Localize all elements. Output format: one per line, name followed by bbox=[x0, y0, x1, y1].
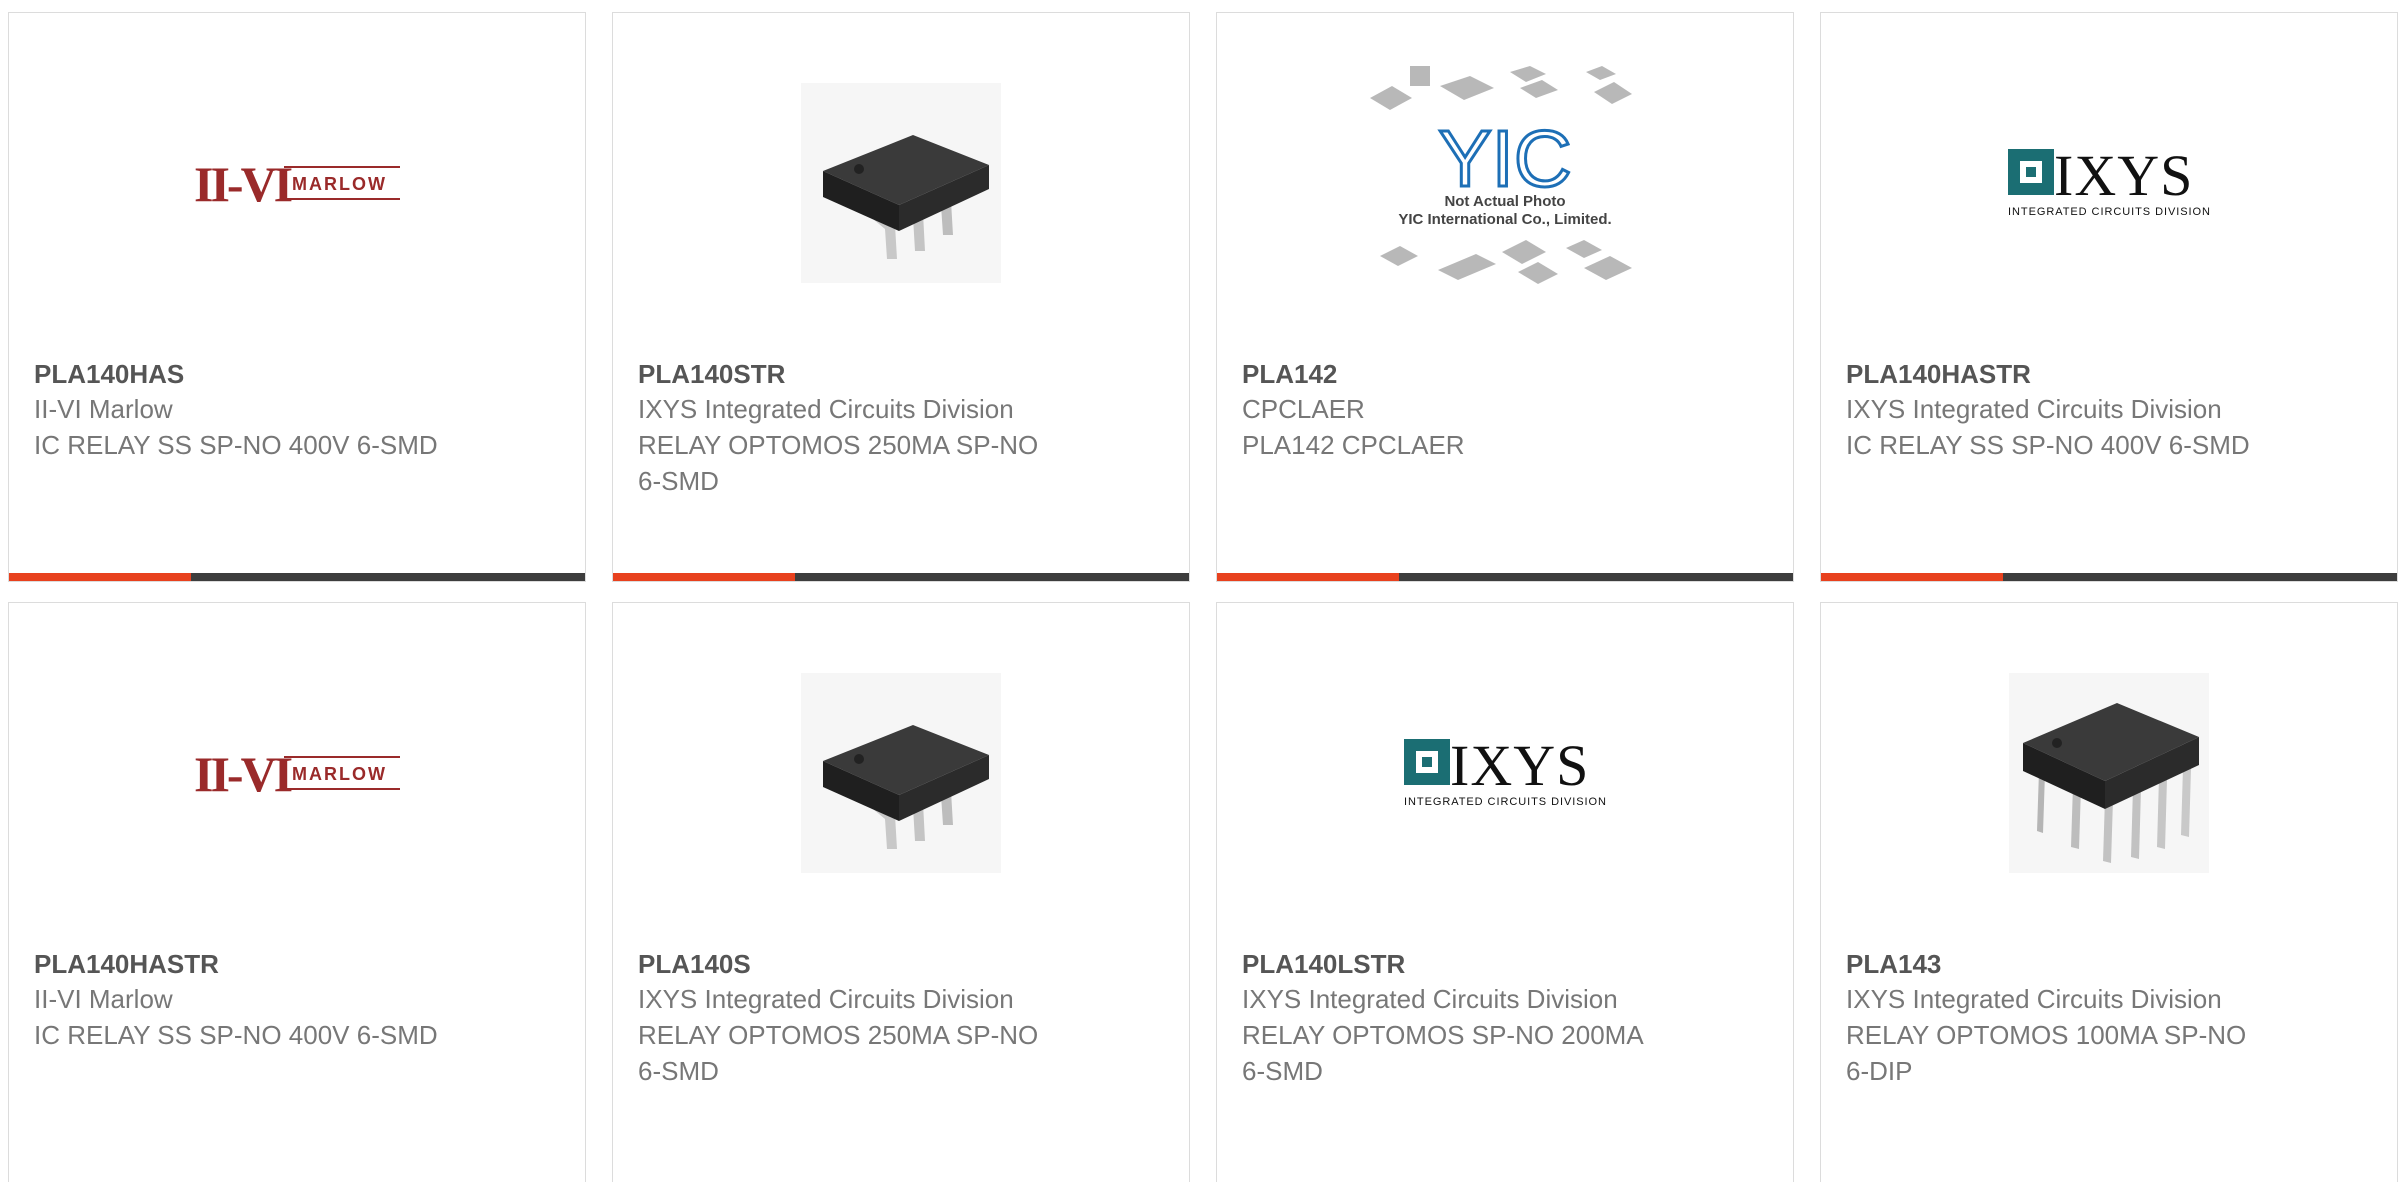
marlow-logo-mark: II-VI bbox=[194, 746, 292, 801]
part-number[interactable]: PLA140STR bbox=[638, 357, 1058, 391]
manufacturer-logo-ixys: IXYS INTEGRATED CIRCUITS DIVISION bbox=[1217, 603, 1793, 943]
marlow-logo-mark: II-VI bbox=[194, 156, 292, 211]
marlow-logo-word: MARLOW bbox=[292, 174, 387, 194]
card-footer-bar bbox=[613, 573, 1189, 581]
manufacturer-name: IXYS Integrated Circuits Division bbox=[1242, 984, 1618, 1014]
ixys-logo-tagline: INTEGRATED CIRCUITS DIVISION bbox=[1404, 796, 1606, 808]
product-card[interactable]: PLA143 IXYS Integrated Circuits Division… bbox=[1820, 602, 2398, 1182]
placeholder-note-line2: YIC International Co., Limited. bbox=[1398, 211, 1611, 228]
product-card[interactable]: YIC Not Actual Photo YIC International C… bbox=[1216, 12, 1794, 582]
placeholder-note-line1: Not Actual Photo bbox=[1444, 193, 1565, 210]
ixys-logo-word: IXYS bbox=[2054, 143, 2193, 208]
product-description: RELAY OPTOMOS 250MA SP-NO 6-SMD bbox=[638, 1020, 1039, 1086]
card-footer-accent bbox=[1821, 573, 2003, 581]
product-info: PLA140HASTR II-VI Marlow IC RELAY SS SP-… bbox=[34, 947, 454, 1053]
part-number[interactable]: PLA140LSTR bbox=[1242, 947, 1662, 981]
product-card[interactable]: II-VI MARLOW PLA140HASTR II-VI Marlow IC… bbox=[8, 602, 586, 1182]
part-number[interactable]: PLA143 bbox=[1846, 947, 2266, 981]
product-photo-smd bbox=[613, 13, 1189, 353]
product-info: PLA140LSTR IXYS Integrated Circuits Divi… bbox=[1242, 947, 1662, 1089]
product-photo-smd bbox=[613, 603, 1189, 943]
card-footer-bar bbox=[9, 573, 585, 581]
product-card[interactable]: PLA140S IXYS Integrated Circuits Divisio… bbox=[612, 602, 1190, 1182]
part-number[interactable]: PLA140HASTR bbox=[1846, 357, 2266, 391]
manufacturer-name: IXYS Integrated Circuits Division bbox=[1846, 394, 2222, 424]
ixys-logo-tagline: INTEGRATED CIRCUITS DIVISION bbox=[2008, 206, 2210, 218]
ixys-logo-word: IXYS bbox=[1450, 733, 1589, 798]
manufacturer-logo-marlow: II-VI MARLOW bbox=[9, 13, 585, 353]
manufacturer-logo-ixys: IXYS INTEGRATED CIRCUITS DIVISION bbox=[1821, 13, 2397, 353]
product-grid: II-VI MARLOW PLA140HAS II-VI Marlow IC R… bbox=[0, 0, 2400, 1182]
product-info: PLA142 CPCLAER PLA142 CPCLAER bbox=[1242, 357, 1662, 463]
product-info: PLA140HASTR IXYS Integrated Circuits Div… bbox=[1846, 357, 2266, 463]
product-info: PLA140STR IXYS Integrated Circuits Divis… bbox=[638, 357, 1058, 499]
manufacturer-name: IXYS Integrated Circuits Division bbox=[638, 394, 1014, 424]
part-number[interactable]: PLA142 bbox=[1242, 357, 1662, 391]
manufacturer-name: CPCLAER bbox=[1242, 394, 1365, 424]
manufacturer-name: IXYS Integrated Circuits Division bbox=[1846, 984, 2222, 1014]
product-info: PLA140S IXYS Integrated Circuits Divisio… bbox=[638, 947, 1058, 1089]
manufacturer-name: IXYS Integrated Circuits Division bbox=[638, 984, 1014, 1014]
card-footer-bar bbox=[1821, 573, 2397, 581]
product-photo-placeholder: YIC Not Actual Photo YIC International C… bbox=[1217, 13, 1793, 353]
part-number[interactable]: PLA140HAS bbox=[34, 357, 454, 391]
product-info: PLA140HAS II-VI Marlow IC RELAY SS SP-NO… bbox=[34, 357, 454, 463]
manufacturer-name: II-VI Marlow bbox=[34, 394, 173, 424]
product-card[interactable]: IXYS INTEGRATED CIRCUITS DIVISION PLA140… bbox=[1216, 602, 1794, 1182]
marlow-logo-word: MARLOW bbox=[292, 764, 387, 784]
product-description: IC RELAY SS SP-NO 400V 6-SMD bbox=[34, 430, 438, 460]
card-footer-bar bbox=[1217, 573, 1793, 581]
product-description: IC RELAY SS SP-NO 400V 6-SMD bbox=[1846, 430, 2250, 460]
card-footer-accent bbox=[9, 573, 191, 581]
part-number[interactable]: PLA140HASTR bbox=[34, 947, 454, 981]
yic-logo: YIC bbox=[1438, 114, 1571, 203]
card-footer-accent bbox=[613, 573, 795, 581]
card-footer-accent bbox=[1217, 573, 1399, 581]
product-description: RELAY OPTOMOS 100MA SP-NO 6-DIP bbox=[1846, 1020, 2247, 1086]
product-card[interactable]: IXYS INTEGRATED CIRCUITS DIVISION PLA140… bbox=[1820, 12, 2398, 582]
manufacturer-name: II-VI Marlow bbox=[34, 984, 173, 1014]
product-description: RELAY OPTOMOS 250MA SP-NO 6-SMD bbox=[638, 430, 1039, 496]
product-info: PLA143 IXYS Integrated Circuits Division… bbox=[1846, 947, 2266, 1089]
product-card[interactable]: PLA140STR IXYS Integrated Circuits Divis… bbox=[612, 12, 1190, 582]
product-description: IC RELAY SS SP-NO 400V 6-SMD bbox=[34, 1020, 438, 1050]
product-description: RELAY OPTOMOS SP-NO 200MA 6-SMD bbox=[1242, 1020, 1643, 1086]
product-description: PLA142 CPCLAER bbox=[1242, 430, 1465, 460]
product-photo-dip bbox=[1821, 603, 2397, 943]
product-card[interactable]: II-VI MARLOW PLA140HAS II-VI Marlow IC R… bbox=[8, 12, 586, 582]
manufacturer-logo-marlow: II-VI MARLOW bbox=[9, 603, 585, 943]
part-number[interactable]: PLA140S bbox=[638, 947, 1058, 981]
